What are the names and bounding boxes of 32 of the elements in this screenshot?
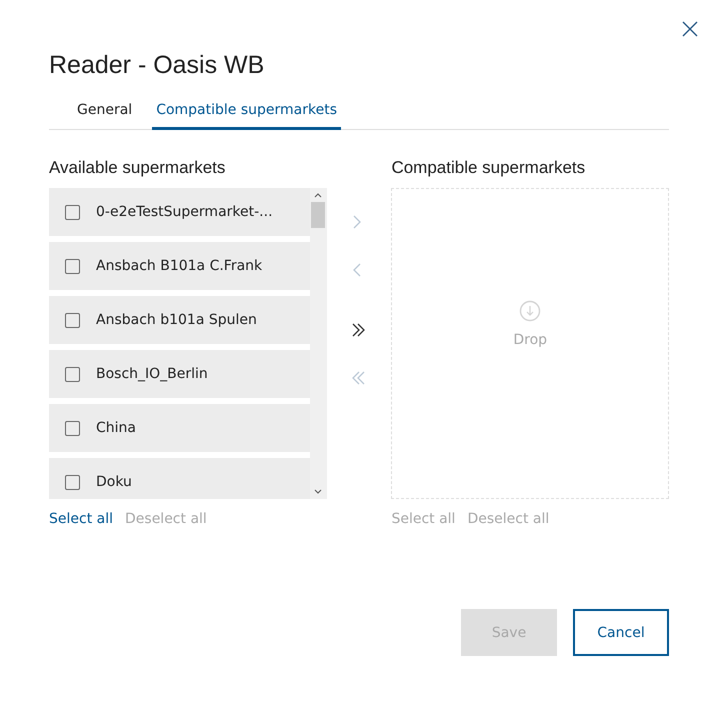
dialog-title: Reader - Oasis WB <box>49 50 266 81</box>
list-heading: Compatible supermarkets <box>391 157 586 179</box>
checkbox[interactable] <box>65 474 80 490</box>
item-label: Doku <box>96 474 132 490</box>
list-item[interactable]: Doku <box>49 458 310 499</box>
cancel-button[interactable]: Cancel <box>573 609 669 656</box>
list-item[interactable]: Ansbach b101a Spulen <box>49 296 310 344</box>
download-icon <box>519 300 542 322</box>
list-heading: Available supermarkets <box>49 157 226 179</box>
item-label: China <box>96 420 136 436</box>
scroll-thumb[interactable] <box>311 202 326 228</box>
select-link[interactable]: Select all <box>49 511 113 527</box>
checkbox[interactable] <box>65 366 80 382</box>
list-item[interactable]: 0-e2eTestSupermarket-... <box>49 188 310 236</box>
item-label: Bosch_IO_Berlin <box>96 366 208 382</box>
drop-label: Drop <box>513 332 548 348</box>
double-chevron-icon[interactable] <box>350 322 367 338</box>
scroll-down-icon[interactable] <box>314 489 322 495</box>
item-label: Ansbach b101a Spulen <box>96 312 257 328</box>
item-label: Ansbach B101a C.Frank <box>96 258 262 274</box>
tab[interactable]: Compatible supermarkets <box>152 96 342 130</box>
close-icon[interactable] <box>682 21 698 37</box>
item-label: 0-e2eTestSupermarket-... <box>96 204 273 220</box>
checkbox[interactable] <box>65 204 80 220</box>
list-item[interactable]: Bosch_IO_Berlin <box>49 350 310 398</box>
list-item[interactable]: China <box>49 404 310 452</box>
checkbox[interactable] <box>65 258 80 274</box>
scroll-up-icon[interactable] <box>314 192 322 198</box>
tab[interactable]: General <box>73 96 136 130</box>
checkbox[interactable] <box>65 420 80 436</box>
list-item[interactable]: Ansbach B101a C.Frank <box>49 242 310 290</box>
checkbox[interactable] <box>65 312 80 328</box>
